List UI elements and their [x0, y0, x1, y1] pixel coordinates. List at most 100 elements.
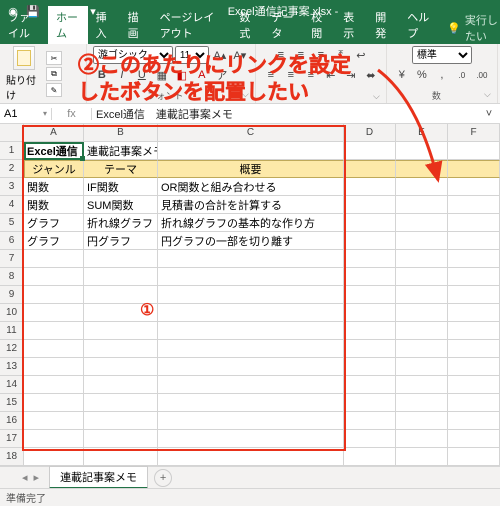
paste-button[interactable]: 貼り付け: [6, 46, 42, 102]
sheet-prev-icon[interactable]: ◂: [22, 471, 28, 484]
row-header[interactable]: 4: [0, 196, 24, 214]
cell[interactable]: [344, 196, 396, 214]
cell[interactable]: [84, 376, 158, 394]
cell[interactable]: [158, 268, 344, 286]
row-header[interactable]: 8: [0, 268, 24, 286]
cell[interactable]: [448, 286, 500, 304]
cell[interactable]: [344, 358, 396, 376]
number-format-select[interactable]: 標準: [412, 46, 472, 64]
font-color-button[interactable]: A: [193, 66, 211, 84]
cell[interactable]: [84, 448, 158, 466]
cell[interactable]: [344, 142, 396, 160]
tab-home[interactable]: ホーム: [48, 6, 88, 44]
cell[interactable]: [448, 232, 500, 250]
cell[interactable]: 概要: [158, 160, 344, 178]
sheet-next-icon[interactable]: ▸: [34, 471, 40, 484]
copy-button[interactable]: ⧉: [46, 67, 62, 81]
cell[interactable]: 折れ線グラフの基本的な作り方: [158, 214, 344, 232]
cell[interactable]: [344, 286, 396, 304]
cell[interactable]: [158, 358, 344, 376]
cell[interactable]: [448, 214, 500, 232]
cell[interactable]: [84, 250, 158, 268]
cell[interactable]: [84, 412, 158, 430]
percent-button[interactable]: %: [413, 66, 431, 84]
cell[interactable]: [24, 286, 84, 304]
formula-bar[interactable]: Excel通信 連載記事案メモ: [92, 106, 480, 122]
cell[interactable]: [24, 358, 84, 376]
cell[interactable]: [396, 340, 448, 358]
cell[interactable]: [158, 394, 344, 412]
furigana-button[interactable]: ア: [213, 66, 231, 84]
row-header[interactable]: 6: [0, 232, 24, 250]
align-middle-icon[interactable]: ≡: [292, 46, 310, 64]
cell[interactable]: [344, 178, 396, 196]
row-header[interactable]: 1: [0, 142, 24, 160]
align-left-icon[interactable]: ≡: [262, 66, 280, 84]
cell[interactable]: [344, 250, 396, 268]
border-button[interactable]: ▦: [153, 66, 171, 84]
cell[interactable]: [448, 196, 500, 214]
underline-button[interactable]: U: [133, 66, 151, 84]
cell[interactable]: [24, 304, 84, 322]
cell[interactable]: [448, 394, 500, 412]
row-header[interactable]: 2: [0, 160, 24, 178]
grow-font-icon[interactable]: A▴: [211, 46, 229, 64]
cell[interactable]: [24, 340, 84, 358]
cell[interactable]: 円グラフ: [84, 232, 158, 250]
cell[interactable]: [396, 250, 448, 268]
tab-help[interactable]: ヘルプ: [399, 6, 439, 44]
name-box-dropdown-icon[interactable]: ▾: [43, 109, 47, 118]
align-center-icon[interactable]: ≡: [282, 66, 300, 84]
italic-button[interactable]: I: [113, 66, 131, 84]
cell[interactable]: [158, 376, 344, 394]
row-header[interactable]: 14: [0, 376, 24, 394]
cell[interactable]: 円グラフの一部を切り離す: [158, 232, 344, 250]
cell[interactable]: [448, 178, 500, 196]
cell[interactable]: [344, 214, 396, 232]
format-painter-button[interactable]: ✎: [46, 83, 62, 97]
cell[interactable]: [448, 448, 500, 466]
tab-insert[interactable]: 挿入: [88, 6, 120, 44]
number-launcher-icon[interactable]: ⌵: [484, 89, 491, 100]
cell[interactable]: [84, 394, 158, 412]
decrease-indent-icon[interactable]: ⇤: [322, 66, 340, 84]
row-header[interactable]: 11: [0, 322, 24, 340]
tab-view[interactable]: 表示: [335, 6, 367, 44]
row-header[interactable]: 16: [0, 412, 24, 430]
bold-button[interactable]: B: [93, 66, 111, 84]
cell[interactable]: [448, 358, 500, 376]
cell[interactable]: [448, 412, 500, 430]
cell[interactable]: [24, 322, 84, 340]
fx-icon[interactable]: fx: [67, 108, 76, 120]
cell[interactable]: [396, 286, 448, 304]
row-header[interactable]: 7: [0, 250, 24, 268]
col-header-d[interactable]: D: [344, 124, 396, 141]
cell[interactable]: IF関数: [84, 178, 158, 196]
select-all-corner[interactable]: [0, 124, 24, 141]
align-top-icon[interactable]: ≡: [272, 46, 290, 64]
cell[interactable]: [448, 304, 500, 322]
cell[interactable]: [158, 322, 344, 340]
col-header-b[interactable]: B: [84, 124, 158, 141]
row-header[interactable]: 17: [0, 430, 24, 448]
cell[interactable]: [344, 232, 396, 250]
cell[interactable]: [396, 358, 448, 376]
add-sheet-button[interactable]: +: [154, 469, 172, 487]
cell[interactable]: 関数: [24, 178, 84, 196]
cell[interactable]: [24, 430, 84, 448]
tab-developer[interactable]: 開発: [367, 6, 399, 44]
col-header-c[interactable]: C: [158, 124, 344, 141]
cell[interactable]: [396, 448, 448, 466]
shrink-font-icon[interactable]: A▾: [231, 46, 249, 64]
cell[interactable]: [24, 268, 84, 286]
cell[interactable]: [344, 340, 396, 358]
cell[interactable]: [396, 214, 448, 232]
tab-formulas[interactable]: 数式: [231, 6, 263, 44]
cell[interactable]: [158, 142, 344, 160]
cell[interactable]: [344, 160, 396, 178]
cell[interactable]: [158, 448, 344, 466]
worksheet-grid[interactable]: A B C D E F ① 1Excel通信連載記事案メモ 2ジャンルテーマ概要…: [0, 124, 500, 466]
merge-button[interactable]: ⬌: [362, 66, 380, 84]
row-header[interactable]: 3: [0, 178, 24, 196]
cell[interactable]: [158, 250, 344, 268]
